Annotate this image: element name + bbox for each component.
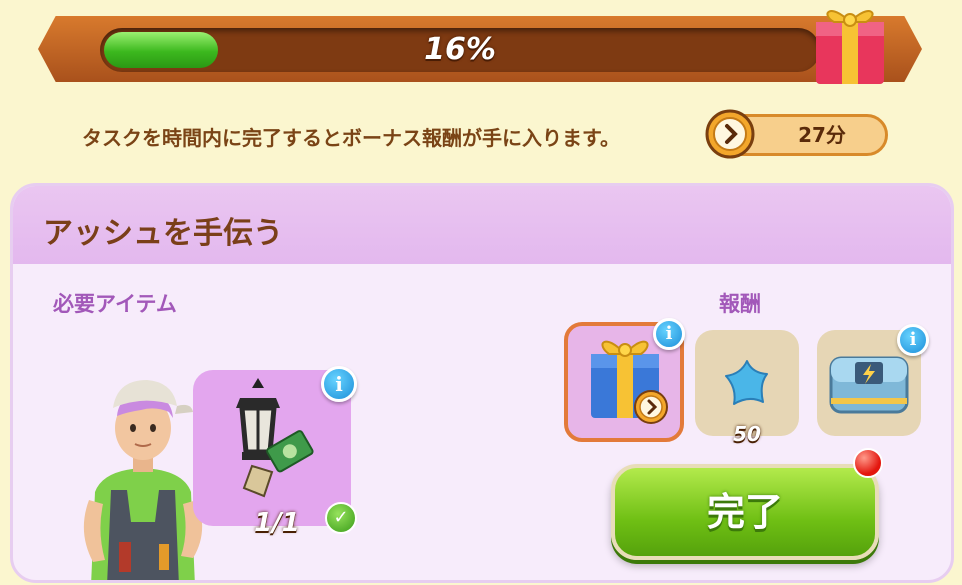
reward-chest-info-button[interactable]: i xyxy=(897,324,929,356)
blue-star-icon xyxy=(725,360,768,405)
blue-chest-icon xyxy=(829,356,909,414)
required-item-info-button[interactable]: i xyxy=(321,366,357,402)
rewards-label: 報酬 xyxy=(719,292,761,316)
clock-icon xyxy=(634,390,668,424)
clock-icon xyxy=(705,109,755,159)
checkmark-icon: ✓ xyxy=(325,502,357,534)
reward-star-quantity: 50 xyxy=(733,422,761,446)
required-items-label: 必要アイテム xyxy=(53,292,177,316)
gift-box-icon[interactable] xyxy=(810,0,890,86)
timer-value: 27分 xyxy=(798,123,846,147)
panel-header: アッシュを手伝う xyxy=(13,186,951,264)
progress-percent: 16% xyxy=(424,32,496,67)
character-avatar xyxy=(83,380,203,580)
task-panel: アッシュを手伝う 必要アイテム 報酬 i 1/1 ✓ i 50 i 完了 xyxy=(10,183,954,583)
complete-button-label[interactable]: 完了 xyxy=(611,464,879,560)
bonus-message: タスクを時間内に完了するとボーナス報酬が手に入ります。 xyxy=(82,126,620,150)
notification-dot xyxy=(853,448,883,478)
street-lamp-icon xyxy=(236,378,314,498)
required-item-count: 1/1 xyxy=(254,508,300,538)
panel-title: アッシュを手伝う xyxy=(43,216,283,251)
reward-gift-info-button[interactable]: i xyxy=(653,318,685,350)
